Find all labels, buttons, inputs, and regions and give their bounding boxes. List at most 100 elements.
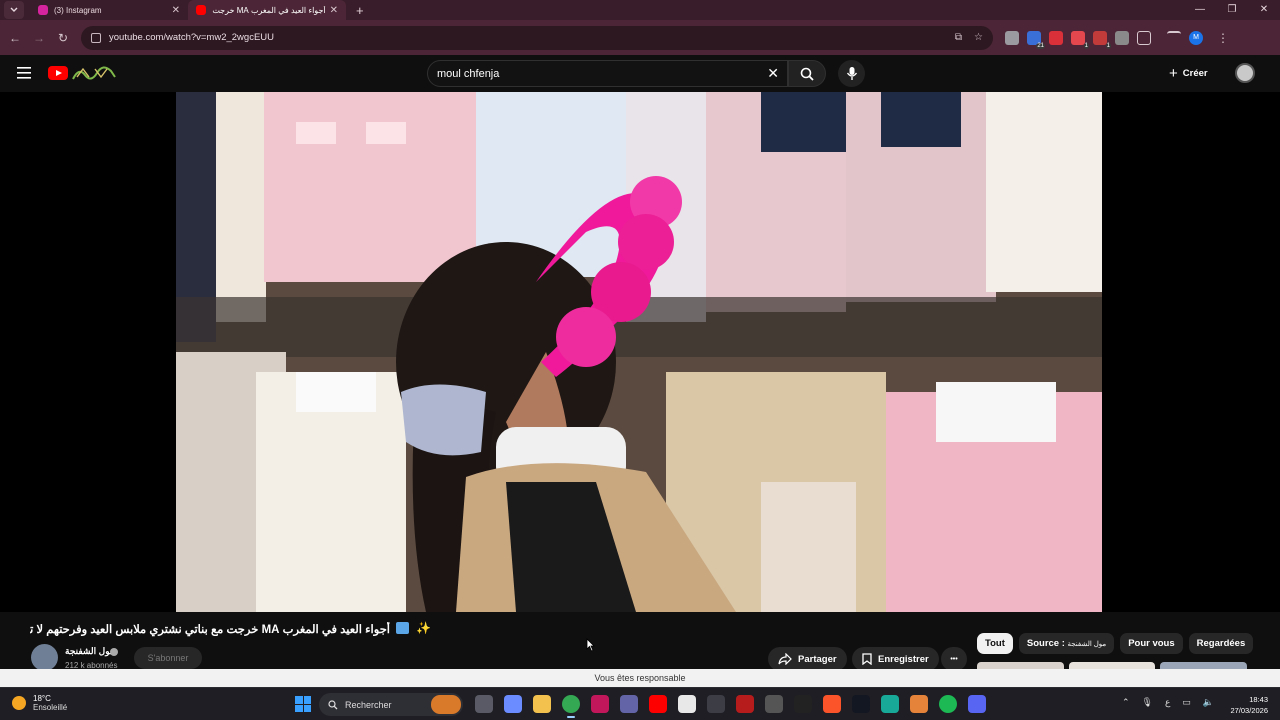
- chevron-up-icon[interactable]: ⌃: [1122, 697, 1130, 708]
- microphone-icon: [846, 67, 857, 80]
- new-tab-button[interactable]: +: [356, 3, 364, 18]
- sparkle-emoji: ✨: [416, 621, 431, 635]
- app-icon[interactable]: [881, 695, 899, 713]
- extension-icon[interactable]: [1005, 30, 1019, 45]
- search-button[interactable]: [788, 60, 826, 87]
- plus-icon: +: [1169, 64, 1178, 82]
- search-icon: [328, 699, 338, 709]
- teams-icon[interactable]: [620, 695, 638, 713]
- bookmark-star-icon[interactable]: ☆: [974, 32, 983, 43]
- minimize-button[interactable]: —: [1184, 0, 1216, 20]
- profile-avatar[interactable]: M: [1189, 30, 1203, 45]
- microphone-icon[interactable]: 🎙: [1142, 697, 1153, 708]
- reading-list-icon[interactable]: [1167, 30, 1181, 45]
- search-input[interactable]: [437, 67, 787, 80]
- instagram-icon: [38, 5, 48, 15]
- clear-search-icon[interactable]: ✕: [767, 65, 779, 82]
- menu-icon[interactable]: [17, 67, 31, 79]
- tradingview-icon[interactable]: [852, 695, 870, 713]
- tab-youtube[interactable]: أجواء العيد في المغرب MA خرجت ✕: [188, 0, 346, 20]
- maximize-button[interactable]: ❐: [1216, 0, 1248, 20]
- spotify-icon[interactable]: [939, 695, 957, 713]
- extensions-puzzle-icon[interactable]: [1137, 30, 1151, 45]
- browser-menu-icon[interactable]: ⋮: [1211, 31, 1235, 45]
- youtube-doodle-logo[interactable]: [71, 63, 117, 83]
- chip-all[interactable]: Tout: [977, 633, 1013, 654]
- clock-time: 18:43: [1249, 695, 1268, 704]
- close-tab-icon[interactable]: ✕: [172, 5, 180, 16]
- channel-name[interactable]: مول الشفنجة: [65, 646, 115, 657]
- clock-date: 27/03/2026: [1230, 706, 1268, 715]
- extension-icon[interactable]: 1: [1093, 30, 1111, 49]
- save-label: Enregistrer: [878, 653, 929, 665]
- save-button[interactable]: Enregistrer: [852, 647, 939, 671]
- voice-search-button[interactable]: [838, 60, 865, 87]
- app-icon[interactable]: [910, 695, 928, 713]
- youtube-logo[interactable]: [48, 66, 68, 80]
- more-icon: •••: [950, 655, 958, 663]
- youtube-masthead: ✕ + Créer: [0, 55, 1280, 92]
- site-info-icon[interactable]: [91, 32, 101, 43]
- video-still-image: [176, 92, 1102, 612]
- brave-icon[interactable]: [823, 695, 841, 713]
- cast-icon[interactable]: ⧉: [955, 32, 962, 43]
- tab-title: أجواء العيد في المغرب MA خرجت: [212, 5, 326, 15]
- copilot-icon[interactable]: [504, 695, 522, 713]
- channel-avatar[interactable]: [31, 644, 58, 671]
- extension-icon[interactable]: 21: [1027, 30, 1045, 49]
- search-icon: [800, 67, 814, 81]
- extension-icon[interactable]: [1049, 30, 1063, 45]
- app-icon[interactable]: [765, 695, 783, 713]
- close-tab-icon[interactable]: ✕: [330, 5, 338, 16]
- create-button[interactable]: + Créer: [1161, 61, 1216, 85]
- shopping-bag-emoji: [396, 622, 409, 634]
- verified-icon: [110, 648, 118, 656]
- youtube-icon[interactable]: [649, 695, 667, 713]
- more-actions-button[interactable]: •••: [941, 647, 967, 671]
- chip-source[interactable]: Source : مول الشفنجة: [1018, 633, 1115, 654]
- subscribe-button[interactable]: S'abonner: [134, 647, 202, 669]
- discord-icon[interactable]: [968, 695, 986, 713]
- app-icon[interactable]: [736, 695, 754, 713]
- search-label: Rechercher: [345, 699, 392, 710]
- share-button[interactable]: Partager: [768, 647, 847, 671]
- create-label: Créer: [1182, 67, 1208, 79]
- volume-icon[interactable]: 🔈: [1203, 697, 1214, 708]
- taskbar-search[interactable]: Rechercher: [319, 693, 463, 716]
- video-title: أجواء العيد في المغرب MA خرجت مع بناتي ن…: [30, 624, 390, 636]
- video-frame[interactable]: [176, 92, 1102, 612]
- language-indicator[interactable]: ع: [1165, 697, 1170, 708]
- chrome-icon[interactable]: [562, 695, 580, 718]
- weather-desc: Ensoleillé: [33, 703, 68, 712]
- tab-search-button[interactable]: [4, 1, 24, 19]
- extension-icon[interactable]: 1: [1071, 30, 1089, 49]
- disclaimer-banner: Vous êtes responsable: [0, 669, 1280, 687]
- xm-icon[interactable]: [794, 695, 812, 713]
- reload-button[interactable]: ↻: [51, 31, 75, 45]
- extension-icon[interactable]: [1115, 30, 1129, 45]
- weather-widget[interactable]: 18°C Ensoleillé: [12, 694, 67, 712]
- windows-taskbar: 18°C Ensoleillé Rechercher ⌃ 🎙 ع ▭ 🔈 18:…: [0, 687, 1280, 720]
- account-avatar[interactable]: [1235, 63, 1255, 83]
- chip-for-you[interactable]: Pour vous: [1120, 633, 1183, 654]
- app-icon[interactable]: [591, 695, 609, 713]
- search-box[interactable]: ✕: [427, 60, 788, 87]
- file-explorer-icon[interactable]: [533, 695, 551, 713]
- back-button[interactable]: ←: [3, 31, 27, 45]
- windows-start-icon[interactable]: [295, 696, 311, 712]
- video-player[interactable]: [0, 92, 1280, 612]
- task-view-icon[interactable]: [475, 695, 493, 713]
- tab-instagram[interactable]: (3) Instagram ✕: [30, 0, 188, 20]
- app-icon[interactable]: [678, 695, 696, 713]
- pinned-apps: [475, 695, 986, 718]
- browser-toolbar: ← → ↻ youtube.com/watch?v=mw2_2wgcEUU ⧉ …: [0, 20, 1280, 55]
- clock[interactable]: 18:43 27/03/2026: [1230, 694, 1268, 716]
- url-text[interactable]: youtube.com/watch?v=mw2_2wgcEUU: [109, 32, 955, 43]
- close-window-button[interactable]: ✕: [1248, 0, 1280, 20]
- address-bar[interactable]: youtube.com/watch?v=mw2_2wgcEUU ⧉ ☆: [81, 25, 993, 50]
- app-icon[interactable]: [707, 695, 725, 713]
- network-icon[interactable]: ▭: [1182, 697, 1191, 708]
- sun-icon: [12, 696, 26, 710]
- chip-watched[interactable]: Regardées: [1188, 633, 1254, 654]
- forward-button[interactable]: →: [27, 31, 51, 45]
